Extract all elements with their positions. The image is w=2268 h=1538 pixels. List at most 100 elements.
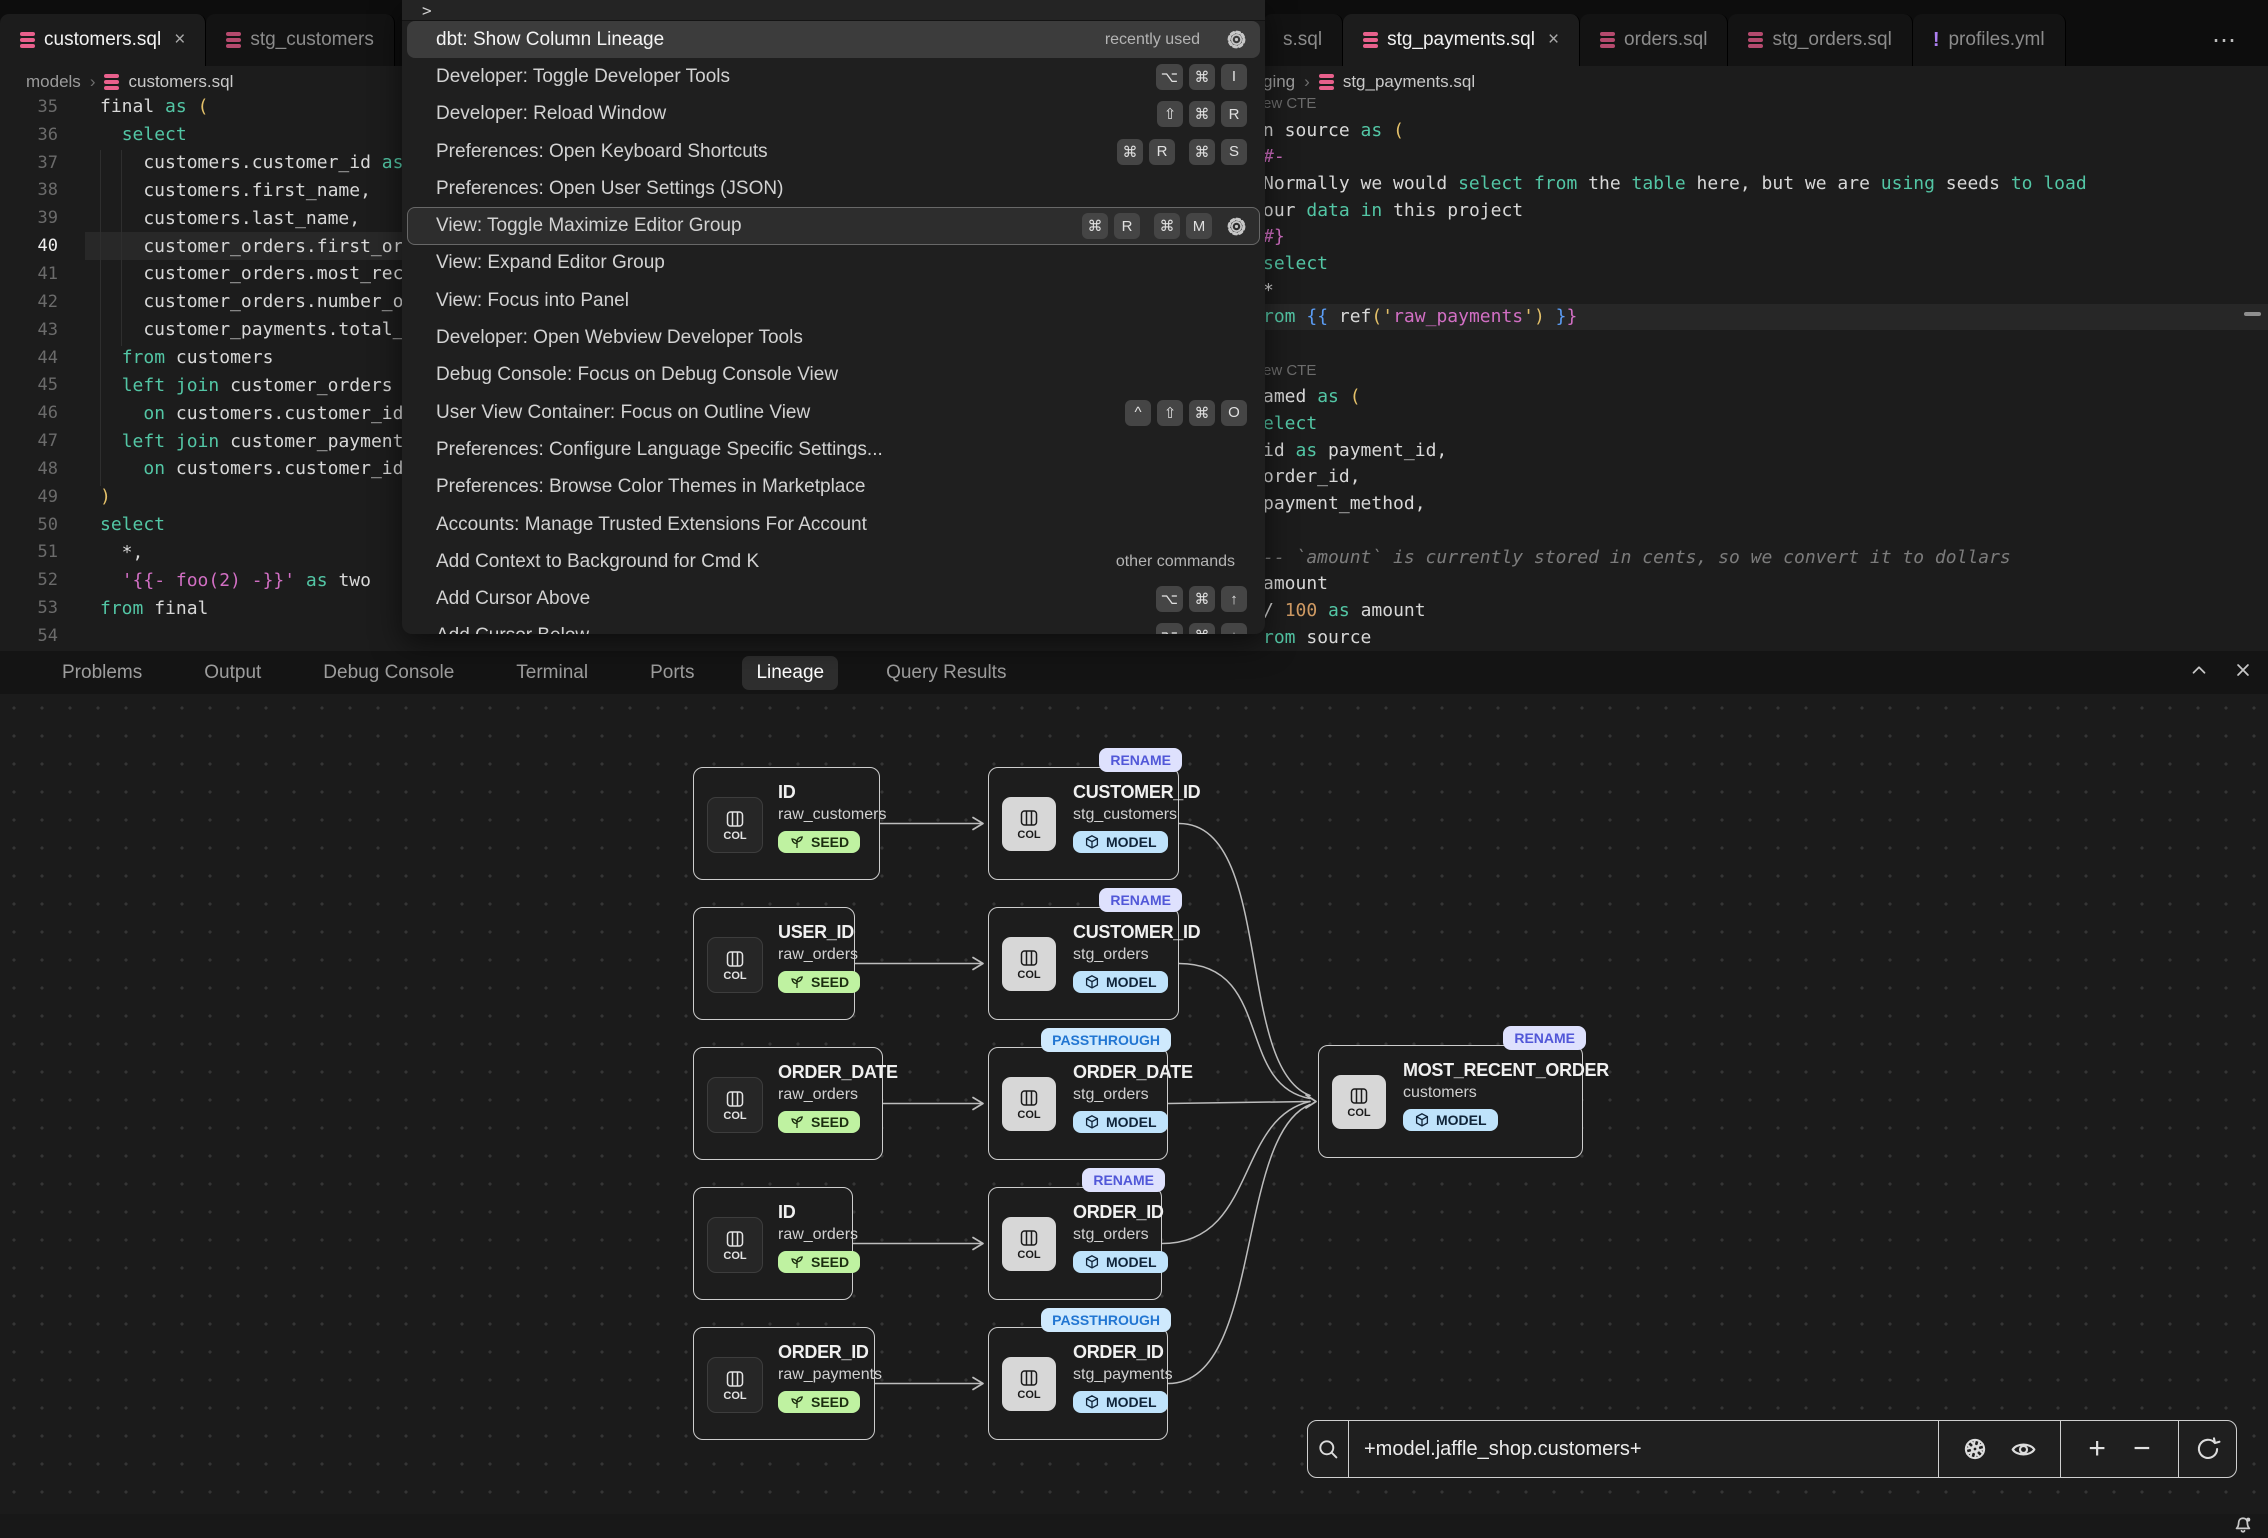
lineage-node-customer_id-stg_orders[interactable]: COLCUSTOMER_IDstg_ordersMODELRENAME [988, 907, 1179, 1020]
command-item-developer[interactable]: Developer: Toggle Developer Tools⌥⌘I [407, 58, 1260, 95]
gear-icon[interactable] [1226, 29, 1247, 50]
command-item-add-cursor-above[interactable]: Add Cursor Above⌥⌘↑ [407, 580, 1260, 617]
lineage-node-order_id-stg_orders[interactable]: COLORDER_IDstg_ordersMODELRENAME [988, 1187, 1162, 1300]
lineage-node-id-raw_customers[interactable]: COLIDraw_customersSEED [693, 767, 880, 880]
breadcrumb-folder[interactable]: ging [1263, 72, 1295, 92]
column-chip-icon: COL [707, 1217, 763, 1273]
panel-tab-query-results[interactable]: Query Results [872, 656, 1020, 690]
lineage-node-order_id-raw_payments[interactable]: COLORDER_IDraw_paymentsSEED [693, 1327, 875, 1440]
tab-overflow-menu[interactable]: ⋯ [2212, 26, 2238, 55]
code-token: load [2043, 173, 2086, 194]
refresh-icon[interactable] [2195, 1436, 2221, 1462]
breadcrumb-file[interactable]: stg_payments.sql [1343, 72, 1475, 92]
command-item-preferences[interactable]: Preferences: Open User Settings (JSON) [407, 170, 1260, 207]
keybinding: ^⇧⌘O [1125, 400, 1247, 426]
close-icon[interactable]: × [174, 29, 185, 51]
command-item-user-view-container[interactable]: User View Container: Focus on Outline Vi… [407, 394, 1260, 431]
command-item-debug-console[interactable]: Debug Console: Focus on Debug Console Vi… [407, 357, 1260, 394]
command-item-developer[interactable]: Developer: Reload Window⇧⌘R [407, 96, 1260, 133]
chevron-up-icon[interactable] [2188, 659, 2210, 681]
model-selector-input[interactable]: +model.jaffle_shop.customers+ [1349, 1421, 1939, 1477]
panel-tab-debug-console[interactable]: Debug Console [309, 656, 468, 690]
zoom-out-button[interactable]: − [2133, 1432, 2151, 1466]
tab-group-right: s.sqlstg_payments.sql×orders.sqlstg_orde… [1263, 0, 2066, 66]
panel-tab-problems[interactable]: Problems [48, 656, 156, 690]
code-token: this project [1382, 200, 1523, 221]
code-token: select [122, 124, 187, 145]
command-item-view[interactable]: View: Expand Editor Group [407, 245, 1260, 282]
aperture-icon[interactable] [1962, 1436, 1988, 1462]
lineage-node-id-raw_orders[interactable]: COLIDraw_ordersSEED [693, 1187, 853, 1300]
node-text: USER_IDraw_ordersSEED [778, 922, 848, 995]
command-palette[interactable]: > dbt: Show Column Lineagerecently usedD… [402, 0, 1265, 634]
code-line: elect [1263, 410, 2268, 437]
breadcrumb[interactable]: ging › stg_payments.sql [1263, 72, 1475, 92]
command-item-preferences[interactable]: Preferences: Configure Language Specific… [407, 431, 1260, 468]
eye-icon[interactable] [2010, 1436, 2037, 1463]
command-group-label: recently used [1105, 31, 1200, 49]
tab-profiles-yml[interactable]: !profiles.yml [1913, 14, 2066, 66]
breadcrumb-file[interactable]: customers.sql [128, 72, 233, 92]
zoom-in-button[interactable]: + [2088, 1432, 2106, 1466]
code-token: ew CTE [1263, 95, 1316, 112]
panel-tab-terminal[interactable]: Terminal [502, 656, 602, 690]
command-item-accounts[interactable]: Accounts: Manage Trusted Extensions For … [407, 506, 1260, 543]
breadcrumb[interactable]: models › customers.sql [26, 72, 233, 92]
lineage-node-customer_id-stg_customers[interactable]: COLCUSTOMER_IDstg_customersMODELRENAME [988, 767, 1179, 880]
command-palette-input[interactable]: > [402, 0, 1265, 21]
code-token: elect [1263, 413, 1317, 434]
lineage-node-order_date-stg_orders[interactable]: COLORDER_DATEstg_ordersMODELPASSTHROUGH [988, 1047, 1168, 1160]
lineage-node-most_recent_order-customers[interactable]: COLMOST_RECENT_ORDERcustomersMODELRENAME [1318, 1045, 1583, 1158]
tab-stg_payments-sql[interactable]: stg_payments.sql× [1343, 14, 1580, 66]
code-line-text: left join customer_payments [100, 431, 414, 452]
command-item-add-cursor-below[interactable]: Add Cursor Below⌥⌘↓ [407, 618, 1260, 634]
ide-window: { "colors":{"accent_pink":"#e8608c","tea… [0, 0, 2268, 1538]
code-line-text: select [100, 514, 165, 535]
tab-orders-sql[interactable]: orders.sql [1580, 14, 1728, 66]
seed-badge: SEED [778, 1251, 860, 1273]
code-token: #- [1263, 146, 1285, 167]
panel-tab-ports[interactable]: Ports [636, 656, 708, 690]
code-token: left join [122, 375, 220, 396]
code-token: here, but we are [1686, 173, 1881, 194]
code-editor-stg-payments[interactable]: ew CTEn source as (#-Normally we would s… [1263, 90, 2268, 650]
close-icon[interactable]: × [1548, 29, 1559, 51]
command-item-preferences[interactable]: Preferences: Open Keyboard Shortcuts⌘R⌘S [407, 133, 1260, 170]
tab-s-sql[interactable]: s.sql [1263, 14, 1343, 66]
command-item-developer[interactable]: Developer: Open Webview Developer Tools [407, 319, 1260, 356]
transformation-tag-rename: RENAME [1503, 1026, 1586, 1050]
tab-stg_customers[interactable]: stg_customers [206, 14, 395, 66]
command-item-dbt[interactable]: dbt: Show Column Lineagerecently used [407, 21, 1260, 58]
code-token [187, 96, 198, 117]
transformation-tag-rename: RENAME [1099, 748, 1182, 772]
panel-tab-output[interactable]: Output [190, 656, 275, 690]
breadcrumb-folder[interactable]: models [26, 72, 81, 92]
tab-stg_orders-sql[interactable]: stg_orders.sql [1728, 14, 1912, 66]
command-item-preferences[interactable]: Preferences: Browse Color Themes in Mark… [407, 469, 1260, 506]
codelens-label: ew CTE [1263, 90, 2268, 117]
command-item-view[interactable]: View: Toggle Maximize Editor Group⌘R⌘M [407, 207, 1260, 244]
lineage-canvas[interactable]: COLIDraw_customersSEEDCOLUSER_IDraw_orde… [0, 694, 2268, 1514]
code-token [1523, 173, 1534, 194]
gear-icon[interactable] [1226, 216, 1247, 237]
column-chip-icon: COL [707, 1077, 763, 1133]
lineage-node-user_id-raw_orders[interactable]: COLUSER_IDraw_ordersSEED [693, 907, 855, 1020]
bell-icon[interactable] [2232, 1515, 2254, 1537]
command-item-add-context-to-background-for-cmd-k[interactable]: Add Context to Background for Cmd Kother… [407, 543, 1260, 580]
database-icon [1319, 74, 1334, 90]
column-chip-icon: COL [1002, 1077, 1056, 1131]
code-token: from [100, 598, 143, 619]
code-token [2033, 173, 2044, 194]
code-line: id as payment_id, [1263, 437, 2268, 464]
panel-tab-lineage[interactable]: Lineage [742, 656, 838, 690]
lineage-node-order_id-stg_payments[interactable]: COLORDER_IDstg_paymentsMODELPASSTHROUGH [988, 1327, 1168, 1440]
code-line: #} [1263, 223, 2268, 250]
code-line: * [1263, 277, 2268, 304]
close-icon[interactable] [2232, 659, 2254, 681]
tab-customers-sql[interactable]: customers.sql× [0, 14, 206, 66]
key-chip: ⌘ [1189, 101, 1215, 127]
code-token: raw_payments [1393, 306, 1523, 327]
command-item-view[interactable]: View: Focus into Panel [407, 282, 1260, 319]
code-token: final [100, 96, 165, 117]
lineage-node-order_date-raw_orders[interactable]: COLORDER_DATEraw_ordersSEED [693, 1047, 883, 1160]
